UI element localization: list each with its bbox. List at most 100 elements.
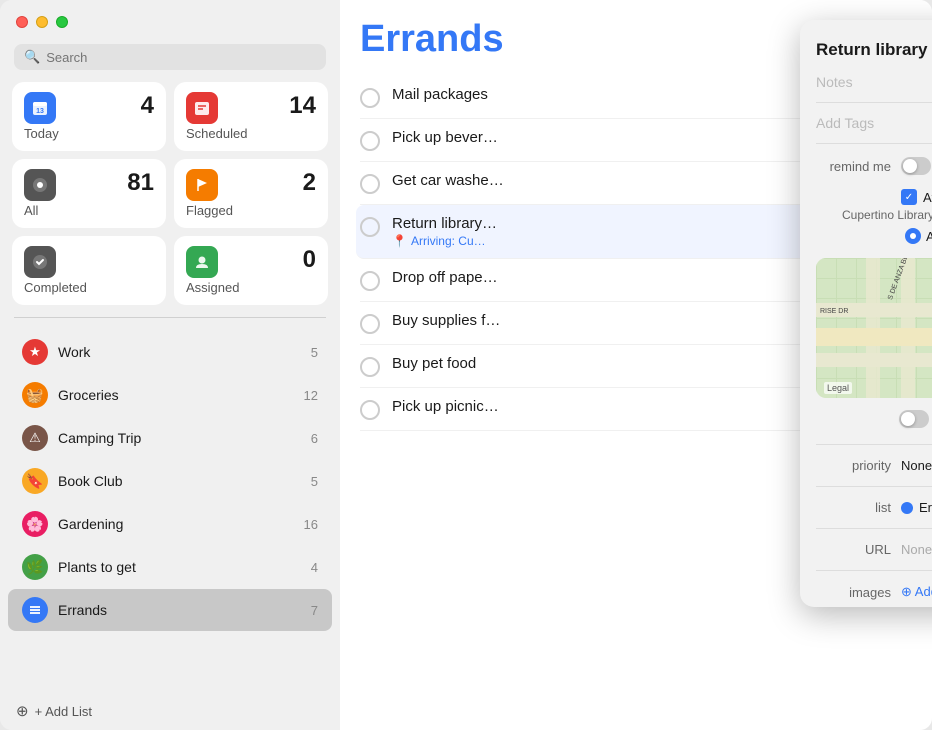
tags-field[interactable]: Add Tags bbox=[800, 109, 932, 137]
list-item-groceries[interactable]: 🧺 Groceries 12 bbox=[8, 374, 332, 416]
arriving-radio[interactable] bbox=[905, 228, 921, 244]
detail-title: Return library books bbox=[816, 40, 932, 60]
search-input[interactable] bbox=[46, 50, 316, 65]
add-image-button[interactable]: ⊕ Add Image… bbox=[901, 584, 932, 600]
list-item-bookclub[interactable]: 🔖 Book Club 5 bbox=[8, 460, 332, 502]
assigned-label: Assigned bbox=[186, 280, 316, 295]
flagged-icon bbox=[186, 169, 218, 201]
scheduled-label: Scheduled bbox=[186, 126, 316, 141]
on-a-day-toggle[interactable] bbox=[901, 157, 931, 175]
camping-icon: ⚠ bbox=[22, 425, 48, 451]
custom-lists: ★ Work 5 🧺 Groceries 12 ⚠ Camping Trip 6 bbox=[0, 326, 340, 692]
detail-panel: Return library books 🚩 Notes Add Tags re… bbox=[800, 20, 932, 607]
sidebar-item-today[interactable]: 13 4 Today bbox=[12, 82, 166, 151]
separator5 bbox=[816, 570, 932, 571]
gardening-label: Gardening bbox=[58, 516, 294, 532]
add-list-button[interactable]: ⊕ + Add List bbox=[0, 692, 340, 730]
separator3 bbox=[816, 486, 932, 487]
list-item-camping[interactable]: ⚠ Camping Trip 6 bbox=[8, 417, 332, 459]
list-color-dot bbox=[901, 502, 913, 514]
separator bbox=[816, 102, 932, 103]
when-messaging-row: When Messaging a Person bbox=[800, 404, 932, 438]
images-label: images bbox=[816, 585, 891, 600]
groceries-count: 12 bbox=[304, 388, 318, 403]
location-map: S DE ANZA BLVD RODRIGUES AVE ANEY AVE PA… bbox=[816, 258, 932, 398]
camping-count: 6 bbox=[311, 431, 318, 446]
groceries-label: Groceries bbox=[58, 387, 294, 403]
at-location-label: At a Location bbox=[923, 190, 932, 205]
sidebar-item-flagged[interactable]: 2 Flagged bbox=[174, 159, 328, 228]
sidebar: 🔍 13 4 Today 14 bbox=[0, 0, 340, 730]
arriving-option[interactable]: Arriving bbox=[905, 228, 932, 244]
task-checkbox[interactable] bbox=[360, 174, 380, 194]
separator bbox=[816, 143, 932, 144]
sidebar-item-scheduled[interactable]: 14 Scheduled bbox=[174, 82, 328, 151]
groceries-icon: 🧺 bbox=[22, 382, 48, 408]
all-count: 81 bbox=[127, 169, 154, 197]
separator2 bbox=[816, 444, 932, 445]
list-row: list Errands bbox=[800, 493, 932, 522]
svg-text:13: 13 bbox=[36, 108, 44, 115]
search-bar[interactable]: 🔍 bbox=[14, 44, 326, 70]
url-value: None bbox=[901, 542, 932, 557]
remind-me-label: remind me bbox=[816, 159, 891, 174]
list-item-errands[interactable]: Errands 7 bbox=[8, 589, 332, 631]
sidebar-item-assigned[interactable]: 0 Assigned bbox=[174, 236, 328, 305]
list-row-value: Errands bbox=[901, 500, 932, 515]
task-checkbox[interactable] bbox=[360, 217, 380, 237]
remind-me-row: remind me On a Day bbox=[800, 150, 932, 182]
scheduled-count: 14 bbox=[289, 92, 316, 120]
bookclub-count: 5 bbox=[311, 474, 318, 489]
task-checkbox[interactable] bbox=[360, 88, 380, 108]
list-title: Errands bbox=[360, 18, 504, 61]
all-icon bbox=[24, 169, 56, 201]
completed-icon bbox=[24, 246, 56, 278]
map-legal: Legal bbox=[824, 382, 852, 394]
errands-label: Errands bbox=[58, 602, 301, 618]
errands-icon bbox=[22, 597, 48, 623]
smart-lists-grid: 13 4 Today 14 Scheduled bbox=[0, 82, 340, 317]
task-checkbox[interactable] bbox=[360, 357, 380, 377]
remind-me-value: On a Day bbox=[901, 157, 932, 175]
today-count: 4 bbox=[141, 92, 154, 120]
minimize-button[interactable] bbox=[36, 16, 48, 28]
work-label: Work bbox=[58, 344, 301, 360]
at-location-checkbox[interactable]: ✓ bbox=[901, 189, 917, 205]
bookclub-icon: 🔖 bbox=[22, 468, 48, 494]
images-row: images ⊕ Add Image… bbox=[800, 577, 932, 607]
add-list-icon: ⊕ bbox=[16, 702, 29, 720]
arriving-label: Arriving bbox=[926, 229, 932, 244]
maximize-button[interactable] bbox=[56, 16, 68, 28]
list-row-label: list bbox=[816, 500, 891, 515]
plants-label: Plants to get bbox=[58, 559, 301, 575]
all-label: All bbox=[24, 203, 154, 218]
sidebar-item-completed[interactable]: Completed bbox=[12, 236, 166, 305]
list-item-work[interactable]: ★ Work 5 bbox=[8, 331, 332, 373]
notes-field[interactable]: Notes bbox=[800, 68, 932, 96]
task-checkbox[interactable] bbox=[360, 400, 380, 420]
priority-value: None bbox=[901, 458, 932, 473]
detail-header: Return library books 🚩 bbox=[800, 20, 932, 68]
sidebar-divider bbox=[14, 317, 326, 318]
separator4 bbox=[816, 528, 932, 529]
flagged-label: Flagged bbox=[186, 203, 316, 218]
close-button[interactable] bbox=[16, 16, 28, 28]
today-icon: 13 bbox=[24, 92, 56, 124]
errands-count: 7 bbox=[311, 603, 318, 618]
work-icon: ★ bbox=[22, 339, 48, 365]
plants-icon: 🌿 bbox=[22, 554, 48, 580]
when-messaging-toggle[interactable] bbox=[899, 410, 929, 428]
completed-label: Completed bbox=[24, 280, 154, 295]
task-checkbox[interactable] bbox=[360, 314, 380, 334]
camping-label: Camping Trip bbox=[58, 430, 301, 446]
main-content: Errands + 8 Mail packages Pick up bever… bbox=[340, 0, 932, 730]
sidebar-item-all[interactable]: 81 All bbox=[12, 159, 166, 228]
today-label: Today bbox=[24, 126, 154, 141]
location-icon: 📍 bbox=[392, 234, 407, 248]
add-list-label: + Add List bbox=[35, 704, 92, 719]
list-item-plants[interactable]: 🌿 Plants to get 4 bbox=[8, 546, 332, 588]
at-location-value: ✓ At a Location bbox=[901, 189, 932, 205]
task-checkbox[interactable] bbox=[360, 271, 380, 291]
task-checkbox[interactable] bbox=[360, 131, 380, 151]
list-item-gardening[interactable]: 🌸 Gardening 16 bbox=[8, 503, 332, 545]
